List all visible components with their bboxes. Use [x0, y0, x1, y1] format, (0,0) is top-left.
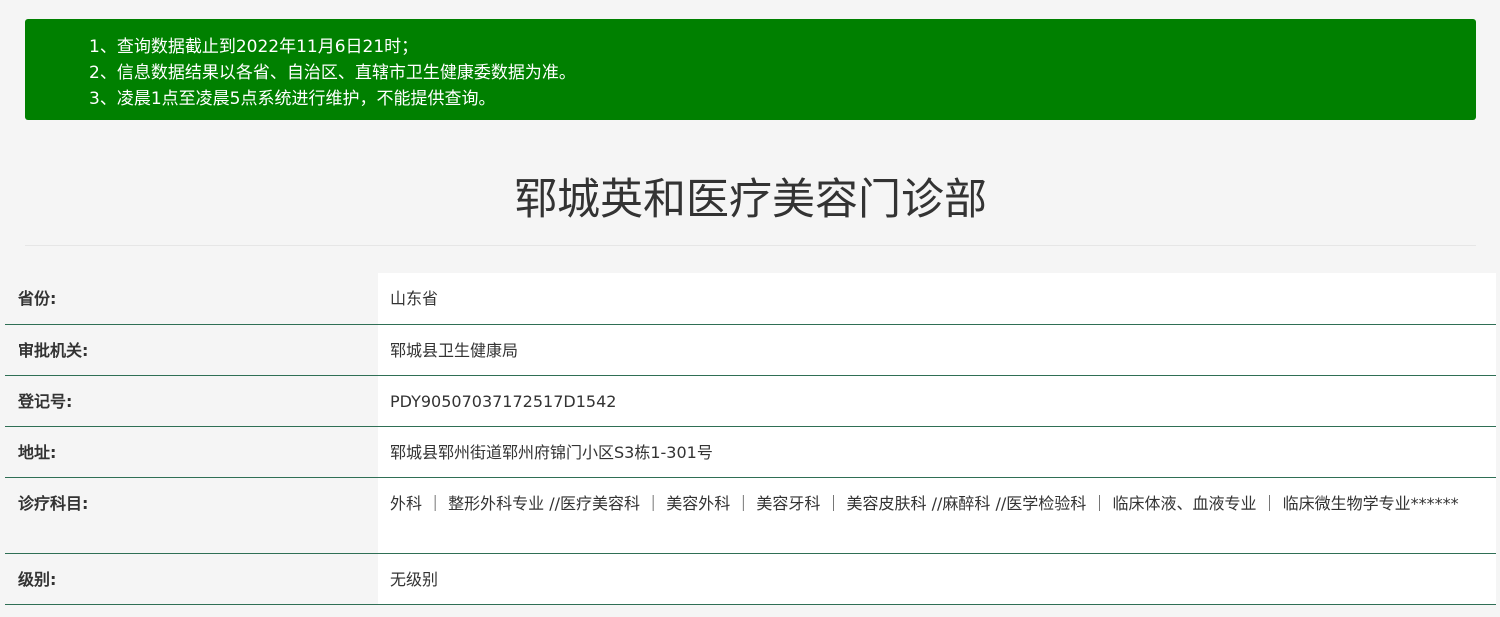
- notice-item: 2、信息数据结果以各省、自治区、直辖市卫生健康委数据为准。: [89, 63, 576, 83]
- info-value: PDY90507037172517D1542: [378, 375, 1496, 426]
- info-label: 诊疗科目:: [5, 477, 378, 553]
- notice-item: 1、查询数据截止到2022年11月6日21时；: [89, 37, 419, 57]
- info-label: 地址:: [5, 426, 378, 477]
- page-title: 郓城英和医疗美容门诊部: [514, 175, 987, 225]
- info-table: 省份: 山东省 审批机关: 郓城县卫生健康局 登记号: PDY905070371…: [5, 273, 1496, 605]
- info-row-authority: 审批机关: 郓城县卫生健康局: [5, 324, 1496, 375]
- info-label: 登记号:: [5, 375, 378, 426]
- notice-item: 3、凌晨1点至凌晨5点系统进行维护，不能提供查询。: [89, 89, 496, 109]
- info-value: 无级别: [378, 553, 1496, 604]
- title-section: 郓城英和医疗美容门诊部: [25, 160, 1476, 246]
- info-row-province: 省份: 山东省: [5, 273, 1496, 324]
- info-value: 山东省: [378, 273, 1496, 324]
- info-label: 省份:: [5, 273, 378, 324]
- info-row-level: 级别: 无级别: [5, 553, 1496, 604]
- info-label: 审批机关:: [5, 324, 378, 375]
- info-row-address: 地址: 郓城县郓州街道郓州府锦门小区S3栋1-301号: [5, 426, 1496, 477]
- info-row-registration: 登记号: PDY90507037172517D1542: [5, 375, 1496, 426]
- page: 1、查询数据截止到2022年11月6日21时； 2、信息数据结果以各省、自治区、…: [0, 0, 1500, 617]
- info-value: 郓城县郓州街道郓州府锦门小区S3栋1-301号: [378, 426, 1496, 477]
- info-label: 级别:: [5, 553, 378, 604]
- info-value: 外科 ｜ 整形外科专业 //医疗美容科 ｜ 美容外科 ｜ 美容牙科 ｜ 美容皮肤…: [378, 477, 1496, 553]
- info-value: 郓城县卫生健康局: [378, 324, 1496, 375]
- info-row-departments: 诊疗科目: 外科 ｜ 整形外科专业 //医疗美容科 ｜ 美容外科 ｜ 美容牙科 …: [5, 477, 1496, 553]
- notice-list: 1、查询数据截止到2022年11月6日21时； 2、信息数据结果以各省、自治区、…: [89, 34, 1476, 112]
- notice-banner: 1、查询数据截止到2022年11月6日21时； 2、信息数据结果以各省、自治区、…: [25, 19, 1476, 120]
